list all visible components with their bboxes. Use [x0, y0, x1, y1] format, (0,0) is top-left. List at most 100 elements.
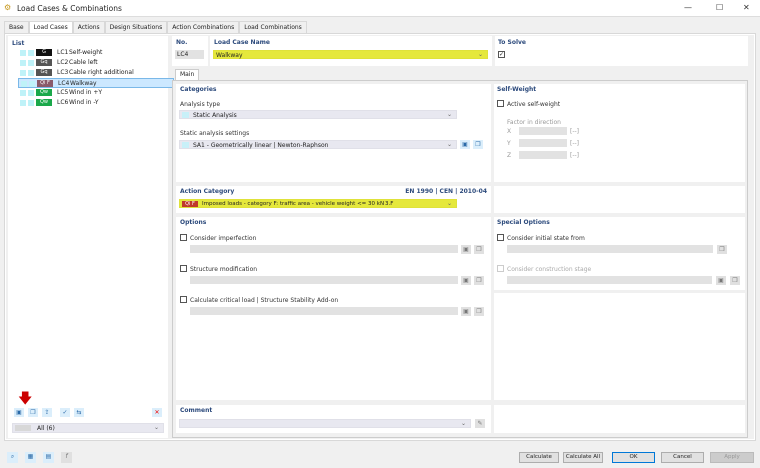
- analysis-type-select[interactable]: Static Analysis ⌄: [179, 110, 457, 119]
- factor-label: Factor in direction: [507, 119, 561, 126]
- tab-action-combinations[interactable]: Action Combinations: [167, 21, 240, 33]
- option-field: [190, 276, 458, 284]
- edit-settings-icon[interactable]: ❐: [473, 140, 483, 149]
- list-header: List: [12, 40, 25, 47]
- new-load-case-icon[interactable]: ▣: [14, 408, 24, 417]
- list-filter-select[interactable]: All (6) ⌄: [12, 423, 164, 433]
- option-checkbox[interactable]: [180, 265, 187, 272]
- load-case-no: LC3: [57, 69, 69, 76]
- load-case-name: Wind in +Y: [69, 89, 103, 96]
- minimize-button[interactable]: —: [684, 3, 692, 12]
- list-item[interactable]: Gq LC2 Cable left: [18, 58, 174, 68]
- option-field: [190, 307, 458, 315]
- maximize-button[interactable]: ☐: [716, 3, 723, 12]
- chevron-down-icon: ⌄: [477, 51, 483, 58]
- action-category-header: Action Category: [180, 188, 235, 195]
- action-category-panel: Action Category EN 1990 | CEN | 2010-04 …: [176, 186, 491, 213]
- chevron-down-icon: ⌄: [446, 111, 452, 118]
- initial-state-checkbox[interactable]: [497, 234, 504, 241]
- option-label: Calculate critical load | Structure Stab…: [190, 297, 339, 304]
- name-panel: Load Case Name Walkway ⌄: [210, 36, 492, 66]
- tab-actions[interactable]: Actions: [72, 21, 105, 33]
- window-title: Load Cases & Combinations: [17, 4, 122, 13]
- check-icon[interactable]: ✓: [60, 408, 70, 417]
- calculate-all-button[interactable]: Calculate All: [563, 452, 603, 463]
- apply-button[interactable]: Apply: [710, 452, 754, 463]
- list-item[interactable]: G LC1 Self-weight: [18, 48, 174, 58]
- static-settings-select[interactable]: SA1 - Geometrically linear | Newton-Raph…: [179, 140, 457, 149]
- category-badge: G: [36, 49, 52, 56]
- app-icon: ⚙: [4, 3, 12, 12]
- options-header: Options: [180, 219, 207, 226]
- active-self-weight-label: Active self-weight: [507, 101, 561, 108]
- option-checkbox[interactable]: [180, 234, 187, 241]
- main-tabs: Base Load Cases Actions Design Situation…: [4, 21, 307, 33]
- active-self-weight-checkbox[interactable]: [497, 100, 504, 107]
- self-weight-header: Self-Weight: [497, 86, 537, 93]
- action-category-select[interactable]: Qi F Imposed loads - category F: traffic…: [179, 199, 457, 208]
- new-icon: ▣: [461, 307, 471, 316]
- tab-load-cases[interactable]: Load Cases: [28, 21, 73, 33]
- formula-icon[interactable]: f: [61, 452, 72, 463]
- load-case-name: Cable right additional: [69, 69, 134, 76]
- load-case-no: LC4: [58, 80, 70, 87]
- calculate-button[interactable]: Calculate: [519, 452, 559, 463]
- no-panel: No. LC4: [172, 36, 208, 66]
- new-icon: ▣: [716, 276, 726, 285]
- new-icon: ▣: [461, 276, 471, 285]
- search-icon[interactable]: ⌕: [7, 452, 18, 463]
- option-label: Structure modification: [190, 266, 258, 273]
- load-case-name: Self-weight: [69, 49, 103, 56]
- import-icon[interactable]: ⇪: [42, 408, 52, 417]
- units-icon[interactable]: ▦: [25, 452, 36, 463]
- initial-state-label: Consider initial state from: [507, 235, 585, 242]
- special-options-panel: Special Options Consider initial state f…: [494, 217, 745, 290]
- list-item[interactable]: Qw LC6 Wind in -Y: [18, 98, 174, 108]
- edit-icon: ❐: [474, 307, 484, 316]
- renumber-icon[interactable]: ⇆: [74, 408, 84, 417]
- delete-icon[interactable]: ✕: [152, 408, 162, 417]
- ok-button[interactable]: OK: [612, 452, 655, 463]
- chevron-down-icon: ⌄: [446, 200, 452, 207]
- category-badge: Gq: [36, 69, 52, 76]
- load-case-name-input[interactable]: Walkway ⌄: [213, 50, 488, 59]
- chevron-down-icon: ⌄: [460, 420, 466, 427]
- categories-header: Categories: [180, 86, 217, 93]
- comment-panel: Comment ⌄ ✎: [176, 405, 491, 433]
- list-panel: List G LC1 Self-weight Gq LC2 Cable left…: [8, 36, 174, 438]
- axis-label: Y: [507, 140, 511, 147]
- chevron-down-icon: ⌄: [153, 424, 159, 431]
- categories-panel: Categories Analysis type Static Analysis…: [176, 84, 491, 182]
- axis-label: Z: [507, 152, 512, 159]
- unit-label: [--]: [570, 140, 580, 147]
- tab-main[interactable]: Main: [175, 69, 200, 80]
- options-panel: Options Consider imperfection ▣ ❐ Struct…: [176, 217, 491, 400]
- cancel-button[interactable]: Cancel: [661, 452, 704, 463]
- list-item[interactable]: Gq LC3 Cable right additional: [18, 68, 174, 78]
- load-case-name: Walkway: [70, 80, 97, 87]
- standard-label: EN 1990 | CEN | 2010-04: [405, 188, 487, 195]
- unit-label: [--]: [570, 128, 580, 135]
- new-settings-icon[interactable]: ▣: [460, 140, 470, 149]
- load-case-no: LC1: [57, 49, 69, 56]
- copy-icon[interactable]: ❐: [28, 408, 38, 417]
- to-solve-panel: To Solve ✓: [495, 36, 748, 66]
- option-checkbox[interactable]: [180, 296, 187, 303]
- tab-base[interactable]: Base: [4, 21, 29, 33]
- to-solve-label: To Solve: [498, 39, 526, 46]
- close-button[interactable]: ✕: [743, 3, 750, 12]
- color-icon[interactable]: ▤: [43, 452, 54, 463]
- to-solve-checkbox[interactable]: ✓: [498, 51, 505, 58]
- axis-label: X: [507, 128, 512, 135]
- comment-input[interactable]: ⌄: [179, 419, 471, 428]
- load-case-no: LC2: [57, 59, 69, 66]
- list-item[interactable]: Qw LC5 Wind in +Y: [18, 88, 174, 98]
- comment-edit-icon[interactable]: ✎: [475, 419, 485, 428]
- filter-value: All (6): [37, 425, 55, 432]
- tab-design-situations[interactable]: Design Situations: [104, 21, 168, 33]
- category-badge: Qw: [36, 99, 52, 106]
- tab-load-combinations[interactable]: Load Combinations: [239, 21, 307, 33]
- load-case-no: LC5: [57, 89, 69, 96]
- list-item[interactable]: Qi F LC4 Walkway: [18, 78, 174, 88]
- unit-label: [--]: [570, 152, 580, 159]
